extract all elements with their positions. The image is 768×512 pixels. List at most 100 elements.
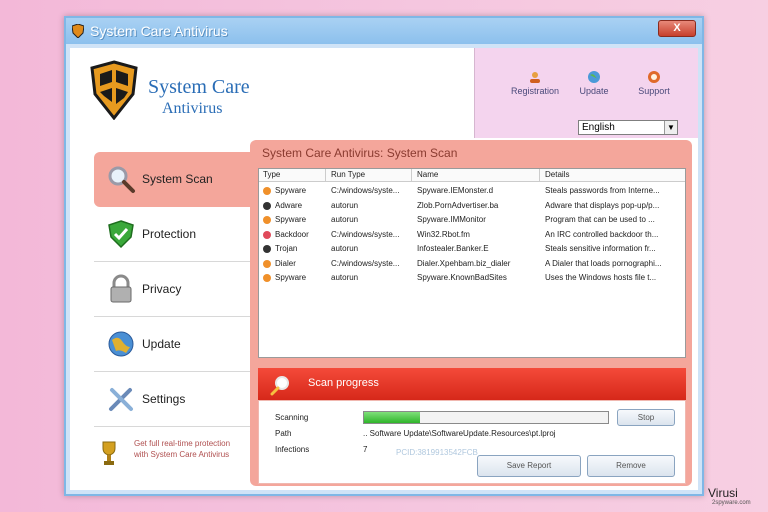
cell-name: Infostealer.Banker.E [417, 244, 489, 253]
cell-run-type: autorun [331, 244, 359, 253]
threat-status-icon [263, 230, 271, 239]
column-header[interactable]: Details [545, 170, 569, 179]
sidebar-item-label: Settings [142, 392, 186, 406]
scan-progress-header: Scan progress [258, 368, 686, 400]
globe-icon [108, 331, 134, 357]
column-header[interactable]: Run Type [331, 170, 365, 179]
cell-details: Steals sensitive information fr... [545, 244, 656, 253]
cell-type: Adware [275, 200, 303, 210]
panel-title: System Care Antivirus: System Scan [262, 146, 458, 160]
support-label: Support [638, 86, 670, 96]
cell-run-type: C:/windows/syste... [331, 186, 400, 195]
cell-run-type: C:/windows/syste... [331, 229, 400, 239]
sidebar-item-protection[interactable]: Protection [94, 207, 250, 262]
cell-run-type: C:/windows/syste... [331, 258, 400, 268]
cell-name: Spyware.IEMonster.d [417, 186, 494, 195]
support-button[interactable]: Support [624, 70, 684, 96]
table-row[interactable]: Backdoor C:/windows/syste... Win32.Rbot.fm… [259, 228, 685, 242]
path-label: Path [275, 429, 292, 438]
magnifier-icon [270, 376, 289, 396]
cell-type: Trojan [275, 244, 298, 253]
cell-details: An IRC controlled backdoor th... [545, 229, 659, 239]
table-row[interactable]: Spyware C:/windows/syste... Spyware.IEMons… [259, 184, 685, 198]
support-icon [648, 71, 660, 83]
table-row[interactable]: Adware autorun Zlob.PornAdvertiser.ba Adwar… [259, 199, 685, 213]
registration-label: Registration [510, 86, 560, 96]
threat-status-icon [263, 245, 271, 253]
scan-panel: System Care Antivirus: System Scan Type … [250, 140, 692, 486]
window-title: System Care Antivirus [90, 23, 228, 39]
sidebar-item-privacy[interactable]: Privacy [94, 262, 250, 317]
registration-button[interactable]: Registration [505, 70, 565, 96]
cell-run-type: autorun [331, 200, 359, 210]
cell-details: A Dialer that loads pornographi... [545, 258, 662, 268]
magnifier-icon [108, 166, 135, 193]
cell-name: Spyware.KnownBadSites [417, 273, 507, 282]
language-selected: English [582, 122, 615, 133]
threat-status-icon [263, 274, 271, 282]
sidebar-item-settings[interactable]: Settings [94, 372, 250, 427]
table-row[interactable]: Dialer C:/windows/syste... Dialer.Xpehbam.… [259, 257, 685, 271]
cell-name: Zlob.PornAdvertiser.ba [417, 200, 499, 210]
watermark-sub: 2spyware.com [712, 500, 751, 506]
path-value: .. Software Update\SoftwareUpdate.Resour… [363, 429, 556, 438]
title-bar[interactable]: System Care Antivirus X [66, 18, 702, 44]
sidebar-item-label: System Scan [142, 172, 213, 186]
threat-status-icon [263, 216, 271, 224]
table-header: Type Run Type Name Details [259, 169, 685, 182]
cell-name: Dialer.Xpehbam.biz_dialer [417, 258, 511, 268]
registration-icon [530, 72, 540, 83]
scanning-label: Scanning [275, 413, 309, 422]
table-row[interactable]: Trojan autorun Infostealer.Banker.E Steals … [259, 242, 685, 256]
sidebar-item-label: Update [142, 337, 181, 351]
logo-title: System Care [148, 76, 250, 98]
sidebar-item-label: Privacy [142, 282, 182, 296]
cell-details: Program that can be used to ... [545, 215, 655, 224]
infections-count: 7 [363, 445, 368, 454]
language-select[interactable]: English ▼ [578, 120, 678, 135]
scan-progress-title: Scan progress [308, 377, 379, 389]
table-row[interactable]: Spyware autorun Spyware.IMMonitor Program t… [259, 213, 685, 227]
sidebar-item-update[interactable]: Update [94, 317, 250, 372]
cell-type: Spyware [275, 215, 307, 224]
scan-progress-bar [363, 411, 609, 424]
results-table[interactable]: Type Run Type Name Details Spyware C:/win… [258, 168, 686, 358]
watermark: Virusi [708, 486, 738, 500]
column-divider[interactable] [411, 169, 412, 182]
cell-run-type: autorun [331, 273, 359, 282]
update-top-label: Update [579, 86, 609, 96]
client-area: System Care Antivirus Registration Updat… [70, 48, 698, 490]
cell-type: Spyware [275, 273, 307, 282]
trophy-icon [102, 441, 116, 465]
chevron-down-icon: ▼ [664, 121, 677, 134]
app-shield-icon [72, 24, 84, 38]
sidebar-item-system-scan[interactable]: System Scan [94, 152, 250, 207]
padlock-icon [110, 274, 132, 303]
cell-type: Dialer [275, 258, 296, 268]
cell-details: Adware that displays pop-up/p... [545, 200, 660, 210]
column-header[interactable]: Name [417, 170, 438, 179]
promo-text: Get full real-time protection with Syste… [134, 439, 231, 459]
threat-status-icon [263, 187, 271, 195]
cell-name: Win32.Rbot.fm [417, 229, 470, 239]
save-report-button[interactable]: Save Report [477, 455, 581, 477]
remove-button[interactable]: Remove [587, 455, 675, 477]
table-row[interactable]: Spyware autorun Spyware.KnownBadSites Uses … [259, 271, 685, 285]
column-header[interactable]: Type [263, 170, 280, 179]
scan-progress-fill [364, 412, 421, 423]
close-button[interactable]: X [658, 20, 696, 37]
stop-button[interactable]: Stop [617, 409, 675, 426]
update-top-button[interactable]: Update [564, 70, 624, 96]
cell-details: Steals passwords from Interne... [545, 186, 660, 195]
infections-label: Infections [275, 445, 310, 454]
cell-type: Spyware [275, 186, 307, 195]
sidebar: System Scan Protection Privacy Update Se… [94, 152, 250, 427]
threat-status-icon [263, 259, 271, 268]
cell-type: Backdoor [275, 229, 309, 239]
column-divider[interactable] [539, 169, 540, 182]
shield-check-icon [108, 220, 134, 249]
app-window: System Care Antivirus X System Care Anti… [64, 16, 704, 496]
logo-subtitle: Antivirus [162, 100, 223, 117]
column-divider[interactable] [325, 169, 326, 182]
cell-name: Spyware.IMMonitor [417, 215, 486, 224]
